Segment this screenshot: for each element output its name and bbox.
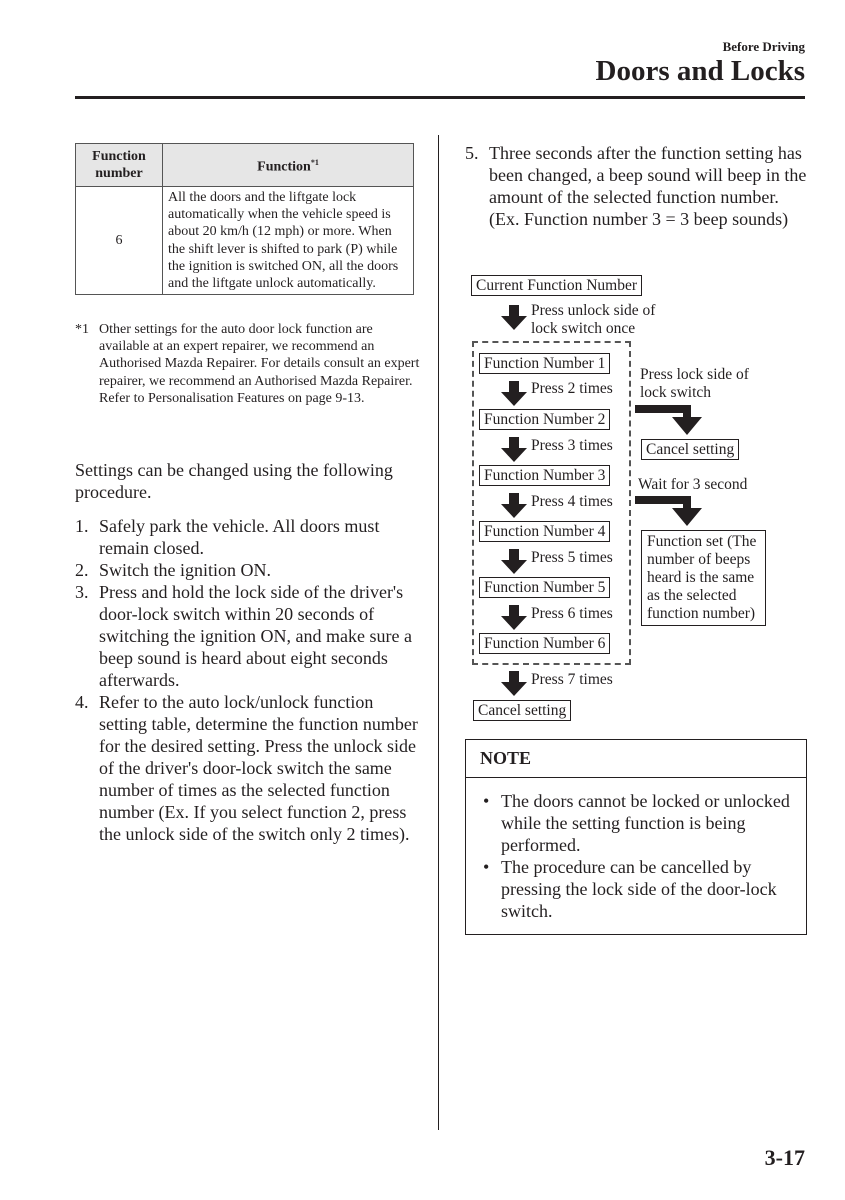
header-function: Function*1	[162, 143, 414, 187]
start-action-line-1: Press unlock side of	[531, 302, 656, 319]
down-arrow-icon	[500, 605, 528, 630]
function-number-4-box: Function Number 4	[479, 521, 611, 542]
down-arrow-icon	[500, 549, 528, 574]
step-item: 1. Safely park the vehicle. All doors mus…	[75, 515, 420, 559]
function-number-2-box: Function Number 2	[479, 409, 611, 430]
section-label: Before Driving	[722, 39, 805, 54]
lock-action-line-1: Press lock side of	[640, 366, 749, 383]
down-arrow-icon	[500, 493, 528, 518]
intro-paragraph: Settings can be changed using the follow…	[75, 460, 393, 502]
step-item: 5. Three seconds after the function setti…	[465, 142, 810, 230]
down-arrow-icon	[500, 381, 528, 406]
press-label: Press 2 times	[531, 380, 613, 397]
note-text: The procedure can be cancelled by pressi…	[501, 857, 777, 921]
down-arrow-icon	[500, 437, 528, 462]
current-function-box: Current Function Number	[471, 275, 643, 296]
end-cancel-setting-box: Cancel setting	[473, 700, 572, 721]
note-box: NOTE • The doors cannot be locked or unlo…	[465, 739, 807, 935]
step-number: 5.	[465, 143, 479, 163]
step-text: Three seconds after the function setting…	[489, 143, 807, 229]
note-list: • The doors cannot be locked or unlocked …	[466, 778, 806, 934]
procedure-steps: 1. Safely park the vehicle. All doors mus…	[75, 515, 420, 845]
press-label: Press 4 times	[531, 493, 613, 510]
column-divider	[438, 135, 439, 1130]
note-text: The doors cannot be locked or unlocked w…	[501, 791, 790, 855]
page-title: Doors and Locks	[595, 55, 806, 87]
step-text: Refer to the auto lock/unlock function s…	[99, 692, 418, 844]
procedure-steps-continued: 5. Three seconds after the function setti…	[465, 142, 810, 230]
header-rule	[75, 96, 805, 99]
footnote: *1 Other settings for the auto door lock…	[75, 321, 420, 407]
page-number: 3-17	[764, 1145, 805, 1170]
footnote-ref: *1	[310, 158, 319, 168]
function-number-3-box: Function Number 3	[479, 465, 611, 486]
function-number-1-box: Function Number 1	[479, 353, 611, 374]
bullet-icon: •	[483, 857, 490, 877]
down-arrow-icon	[500, 305, 528, 330]
press-label: Press 7 times	[531, 671, 613, 688]
lock-action-line-2: lock switch	[640, 384, 712, 401]
bent-arrow-icon	[635, 496, 702, 526]
cancel-setting-box: Cancel setting	[641, 439, 740, 460]
function-number-cell: 6	[75, 185, 163, 296]
down-arrow-icon	[500, 671, 528, 696]
footnote-mark: *1	[75, 322, 89, 337]
header-function-label: Function	[257, 159, 311, 175]
press-label: Press 3 times	[531, 437, 613, 454]
note-item: • The procedure can be cancelled by press…	[480, 856, 796, 922]
step-item: 3. Press and hold the lock side of the dr…	[75, 581, 420, 691]
step-text: Switch the ignition ON.	[99, 560, 271, 580]
wait-label: Wait for 3 second	[638, 476, 748, 493]
table-row: 6 All the doors and the liftgate lock au…	[75, 185, 414, 296]
note-item: • The doors cannot be locked or unlocked …	[480, 790, 796, 856]
step-text: Press and hold the lock side of the driv…	[99, 582, 412, 690]
function-number-6-box: Function Number 6	[479, 633, 611, 654]
start-action-line-2: lock switch once	[531, 320, 636, 337]
function-number-5-box: Function Number 5	[479, 577, 611, 598]
note-heading: NOTE	[466, 740, 806, 778]
step-item: 4. Refer to the auto lock/unlock function…	[75, 691, 420, 845]
bullet-icon: •	[483, 791, 490, 811]
press-label: Press 5 times	[531, 549, 613, 566]
press-label: Press 6 times	[531, 605, 613, 622]
function-description-cell: All the doors and the liftgate lock auto…	[162, 185, 414, 296]
step-item: 2. Switch the ignition ON.	[75, 559, 420, 581]
function-set-box: Function set (The number of beeps heard …	[641, 530, 766, 626]
footnote-text: Other settings for the auto door lock fu…	[99, 322, 420, 406]
bent-arrow-icon	[635, 405, 702, 435]
function-table: Function number Function*1 6 All the doo…	[75, 143, 414, 296]
step-number: 3.	[75, 582, 89, 602]
step-text: Safely park the vehicle. All doors must …	[99, 516, 380, 558]
step-number: 4.	[75, 692, 89, 712]
table-header-row: Function number Function*1	[75, 143, 414, 187]
header-function-number: Function number	[75, 143, 163, 187]
step-number: 1.	[75, 516, 89, 536]
step-number: 2.	[75, 560, 89, 580]
